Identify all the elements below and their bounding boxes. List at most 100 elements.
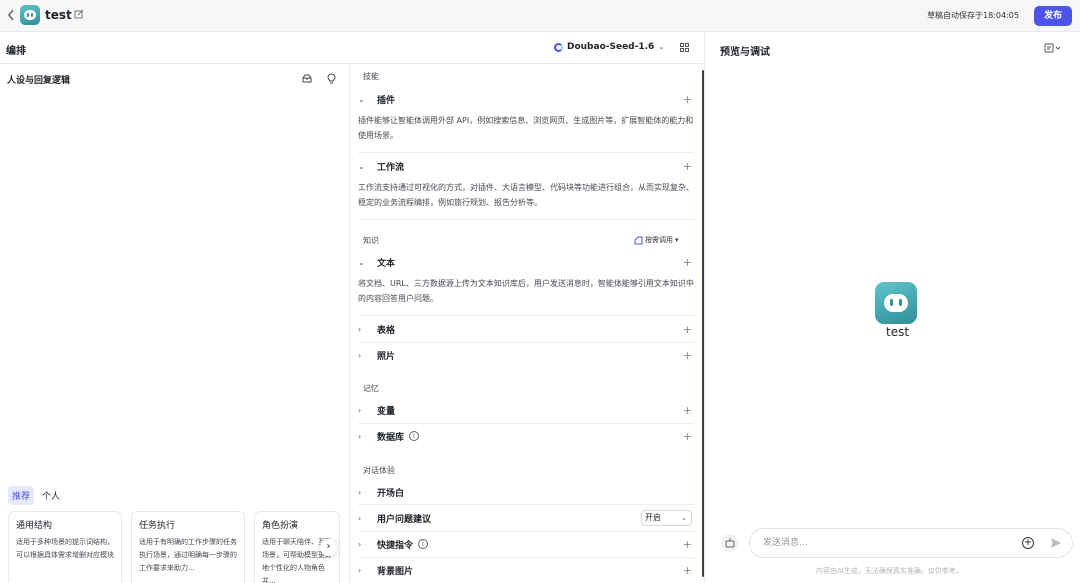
info-icon[interactable]: i [418, 539, 429, 549]
config-panel: 技能 ⌄ 插件 + 插件能够让智能体调用外部 API，例如搜索信息、浏览网页、生… [350, 64, 702, 583]
section-memory: 记忆 [363, 384, 379, 393]
text-label: 文本 [377, 258, 396, 269]
back-icon[interactable] [6, 8, 16, 22]
divider [358, 219, 694, 220]
section-skills: 技能 [363, 72, 379, 81]
arrange-title: 编排 [6, 46, 26, 57]
bot-name: test [886, 325, 910, 339]
add-attachment-icon[interactable]: + [1022, 537, 1034, 549]
section-knowledge: 知识 [363, 236, 379, 245]
chevron-right-icon[interactable]: › [320, 539, 337, 556]
text-desc: 将文档、URL、三方数据源上传为文本知识库后，用户发送消息时，智能体能够引用文本… [358, 279, 694, 303]
plugin-desc: 插件能够让智能体调用外部 API，例如搜索信息、浏览网页、生成图片等，扩展智能体… [358, 116, 694, 140]
chevron-right-icon: › [358, 487, 362, 497]
suggestions-label: 用户问题建议 [377, 514, 432, 525]
workflow-desc: 工作流支持通过可视化的方式，对插件、大语言模型、代码块等功能进行组合，从而实现复… [358, 183, 694, 207]
autosave-status: 草稿自动保存于18:04:05 [927, 11, 1019, 20]
divider [358, 504, 694, 505]
plugin-label: 插件 [377, 95, 396, 106]
workflow-label: 工作流 [377, 162, 405, 173]
add-icon[interactable]: + [683, 323, 692, 336]
shortcuts-label: 快捷指令 [377, 540, 414, 551]
section-dialog: 对话体验 [363, 466, 395, 475]
template-card[interactable]: 任务执行 适用于有明确的工作步骤的任务执行场景，通过明确每一步骤的工作要求来助力… [131, 511, 245, 583]
caret-down-icon: ▾ [675, 236, 679, 244]
table-label: 表格 [377, 325, 396, 336]
background-row[interactable]: › 背景图片 + [358, 561, 694, 579]
opening-row[interactable]: › 开场白 [358, 483, 694, 501]
persona-title: 人设与回复逻辑 [7, 76, 71, 86]
photo-label: 照片 [377, 351, 396, 362]
recall-icon [634, 236, 643, 244]
database-label: 数据库 [377, 432, 405, 443]
tab-personal[interactable]: 个人 [38, 486, 64, 505]
app-avatar [20, 5, 40, 25]
variables-row[interactable]: › 变量 + [358, 401, 694, 419]
chevron-down-icon: ⌄ [681, 514, 687, 522]
optimize-bulb-icon[interactable] [327, 73, 336, 84]
add-icon[interactable]: + [683, 349, 692, 362]
ai-disclaimer: 内容由AI生成，无法确保真实准确，仅供参考。 [816, 567, 963, 575]
model-logo-icon [554, 42, 563, 52]
add-icon[interactable]: + [683, 564, 692, 577]
suggestions-value: 开启 [645, 513, 661, 522]
variables-label: 变量 [377, 406, 396, 417]
publish-button[interactable]: 发布 [1034, 6, 1072, 26]
template-desc: 适用于有明确的工作步骤的任务执行场景，通过明确每一步骤的工作要求来助力... [139, 538, 237, 572]
arrange-header: 编排 Doubao-Seed-1.6 ⌄ [0, 33, 703, 64]
divider [358, 315, 694, 316]
add-icon[interactable]: + [683, 404, 692, 417]
table-row[interactable]: › 表格 + [358, 320, 694, 338]
template-title: 角色扮演 [262, 521, 299, 531]
edit-icon[interactable] [74, 9, 84, 19]
prompt-library-icon[interactable] [302, 74, 312, 83]
template-tabs: 推荐 个人 [8, 486, 64, 505]
add-icon[interactable]: + [683, 256, 692, 269]
divider [358, 557, 694, 558]
scrollbar[interactable] [702, 70, 704, 577]
plugin-row[interactable]: ⌄ 插件 + [358, 90, 694, 108]
shortcuts-row[interactable]: › 快捷指令 i + [358, 535, 694, 553]
bot-avatar [875, 282, 917, 324]
suggestions-select[interactable]: 开启 ⌄ [641, 510, 692, 526]
chevron-right-icon: › [358, 513, 362, 523]
chevron-right-icon: › [358, 350, 362, 360]
chevron-right-icon: › [358, 565, 362, 575]
chevron-down-icon: ⌄ [658, 43, 665, 51]
opening-label: 开场白 [377, 488, 405, 499]
add-icon[interactable]: + [683, 430, 692, 443]
template-card[interactable]: 通用结构 适用于多种场景的提示词结构，可以根据具体需求增删对应模块 [8, 511, 122, 583]
add-icon[interactable]: + [683, 93, 692, 106]
add-icon[interactable]: + [683, 160, 692, 173]
tab-recommended[interactable]: 推荐 [8, 486, 35, 505]
chevron-down-icon: ⌄ [358, 257, 365, 267]
chevron-down-icon: ⌄ [358, 161, 365, 171]
chevron-right-icon: › [358, 405, 362, 415]
top-bar: test 草稿自动保存于18:04:05 发布 [0, 0, 1080, 32]
debug-settings-icon[interactable] [1044, 43, 1062, 53]
background-label: 背景图片 [377, 566, 414, 577]
info-icon[interactable]: i [409, 431, 420, 441]
template-title: 任务执行 [139, 521, 176, 531]
send-icon[interactable] [1050, 537, 1062, 549]
on-demand-selector[interactable]: 按需调用 ▾ [634, 235, 679, 245]
add-icon[interactable]: + [683, 538, 692, 551]
chevron-right-icon: › [358, 431, 362, 441]
chevron-right-icon: › [358, 539, 362, 549]
workflow-row[interactable]: ⌄ 工作流 + [358, 157, 694, 175]
model-selector[interactable]: Doubao-Seed-1.6 ⌄ [554, 42, 664, 52]
database-row[interactable]: › 数据库 i + [358, 427, 694, 445]
chevron-right-icon: › [358, 324, 362, 334]
broom-icon [725, 538, 735, 548]
clear-history-button[interactable] [721, 534, 739, 552]
layout-grid-icon[interactable] [680, 43, 689, 52]
divider [704, 33, 705, 583]
divider [358, 342, 694, 343]
photo-row[interactable]: › 照片 + [358, 346, 694, 364]
divider [358, 423, 694, 424]
text-row[interactable]: ⌄ 文本 + [358, 253, 694, 271]
model-name: Doubao-Seed-1.6 [567, 42, 655, 52]
template-title: 通用结构 [16, 521, 53, 531]
chevron-down-icon: ⌄ [358, 94, 365, 104]
template-desc: 适用于多种场景的提示词结构，可以根据具体需求增删对应模块 [16, 538, 114, 559]
